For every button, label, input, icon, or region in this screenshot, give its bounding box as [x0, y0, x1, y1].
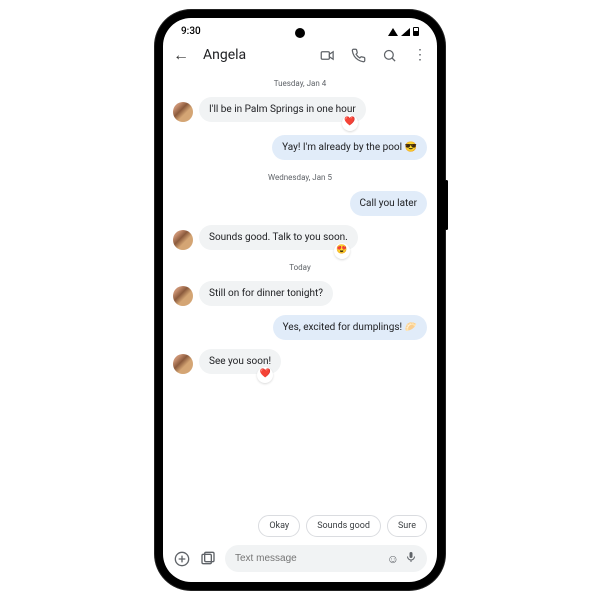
- wifi-icon: [388, 28, 398, 36]
- message-row: Sounds good. Talk to you soon. 😍: [173, 225, 427, 250]
- message-row: See you soon! ❤️: [173, 349, 427, 374]
- message-text: I'll be in Palm Springs in one hour: [209, 104, 356, 115]
- message-row: Call you later: [173, 191, 427, 216]
- message-bubble-in[interactable]: Sounds good. Talk to you soon. 😍: [199, 225, 358, 250]
- add-button[interactable]: [173, 550, 191, 568]
- message-row: Yes, excited for dumplings! 🥟: [173, 315, 427, 340]
- search-icon[interactable]: [382, 48, 397, 63]
- status-time: 9:30: [181, 26, 201, 37]
- emoji-icon[interactable]: ☺: [387, 552, 399, 566]
- phone-frame: 9:30 ← Angela ⋮ Tuesday, Jan 4 I'l: [155, 10, 445, 590]
- message-input[interactable]: [235, 553, 381, 564]
- date-label: Wednesday, Jan 5: [173, 173, 427, 182]
- avatar[interactable]: [173, 230, 193, 250]
- composer: ☺: [163, 539, 437, 582]
- screen: 9:30 ← Angela ⋮ Tuesday, Jan 4 I'l: [163, 18, 437, 582]
- quick-reply-chip[interactable]: Sounds good: [306, 515, 381, 537]
- message-bubble-out[interactable]: Yay! I'm already by the pool 😎: [272, 135, 427, 160]
- message-row: Still on for dinner tonight?: [173, 281, 427, 306]
- avatar[interactable]: [173, 102, 193, 122]
- header-actions: ⋮: [320, 47, 427, 63]
- avatar[interactable]: [173, 354, 193, 374]
- message-bubble-in[interactable]: I'll be in Palm Springs in one hour ❤️: [199, 97, 366, 122]
- message-bubble-in[interactable]: See you soon! ❤️: [199, 349, 281, 374]
- gallery-button[interactable]: [199, 550, 217, 568]
- message-bubble-out[interactable]: Call you later: [350, 191, 427, 216]
- video-call-icon[interactable]: [320, 48, 335, 63]
- message-text: Yes, excited for dumplings! 🥟: [283, 322, 417, 333]
- contact-name[interactable]: Angela: [203, 47, 306, 63]
- mic-icon[interactable]: [405, 551, 417, 566]
- app-header: ← Angela ⋮: [163, 39, 437, 71]
- message-row: I'll be in Palm Springs in one hour ❤️: [173, 97, 427, 122]
- quick-reply-chip[interactable]: Okay: [258, 515, 300, 537]
- reaction-heart-eyes-icon[interactable]: 😍: [334, 243, 350, 259]
- conversation[interactable]: Tuesday, Jan 4 I'll be in Palm Springs i…: [163, 71, 437, 509]
- battery-icon: [413, 27, 419, 36]
- message-row: Yay! I'm already by the pool 😎: [173, 135, 427, 160]
- phone-call-icon[interactable]: [351, 48, 366, 63]
- reaction-heart-icon[interactable]: ❤️: [342, 115, 358, 131]
- date-label: Tuesday, Jan 4: [173, 79, 427, 88]
- more-icon[interactable]: ⋮: [413, 47, 427, 63]
- quick-reply-chip[interactable]: Sure: [387, 515, 427, 537]
- message-input-container: ☺: [225, 545, 427, 572]
- quick-replies: Okay Sounds good Sure: [163, 509, 437, 539]
- reaction-heart-icon[interactable]: ❤️: [257, 367, 273, 383]
- signal-icon: [401, 28, 410, 36]
- date-label: Today: [173, 263, 427, 272]
- message-bubble-in[interactable]: Still on for dinner tonight?: [199, 281, 333, 306]
- phone-side-button: [445, 180, 448, 230]
- message-text: See you soon!: [209, 356, 271, 367]
- message-text: Call you later: [360, 198, 417, 209]
- back-button[interactable]: ←: [173, 45, 189, 65]
- message-bubble-out[interactable]: Yes, excited for dumplings! 🥟: [273, 315, 427, 340]
- message-text: Still on for dinner tonight?: [209, 288, 323, 299]
- avatar[interactable]: [173, 286, 193, 306]
- front-camera: [295, 28, 305, 38]
- status-icons: [388, 27, 419, 36]
- message-text: Yay! I'm already by the pool 😎: [282, 142, 417, 153]
- message-text: Sounds good. Talk to you soon.: [209, 232, 348, 243]
